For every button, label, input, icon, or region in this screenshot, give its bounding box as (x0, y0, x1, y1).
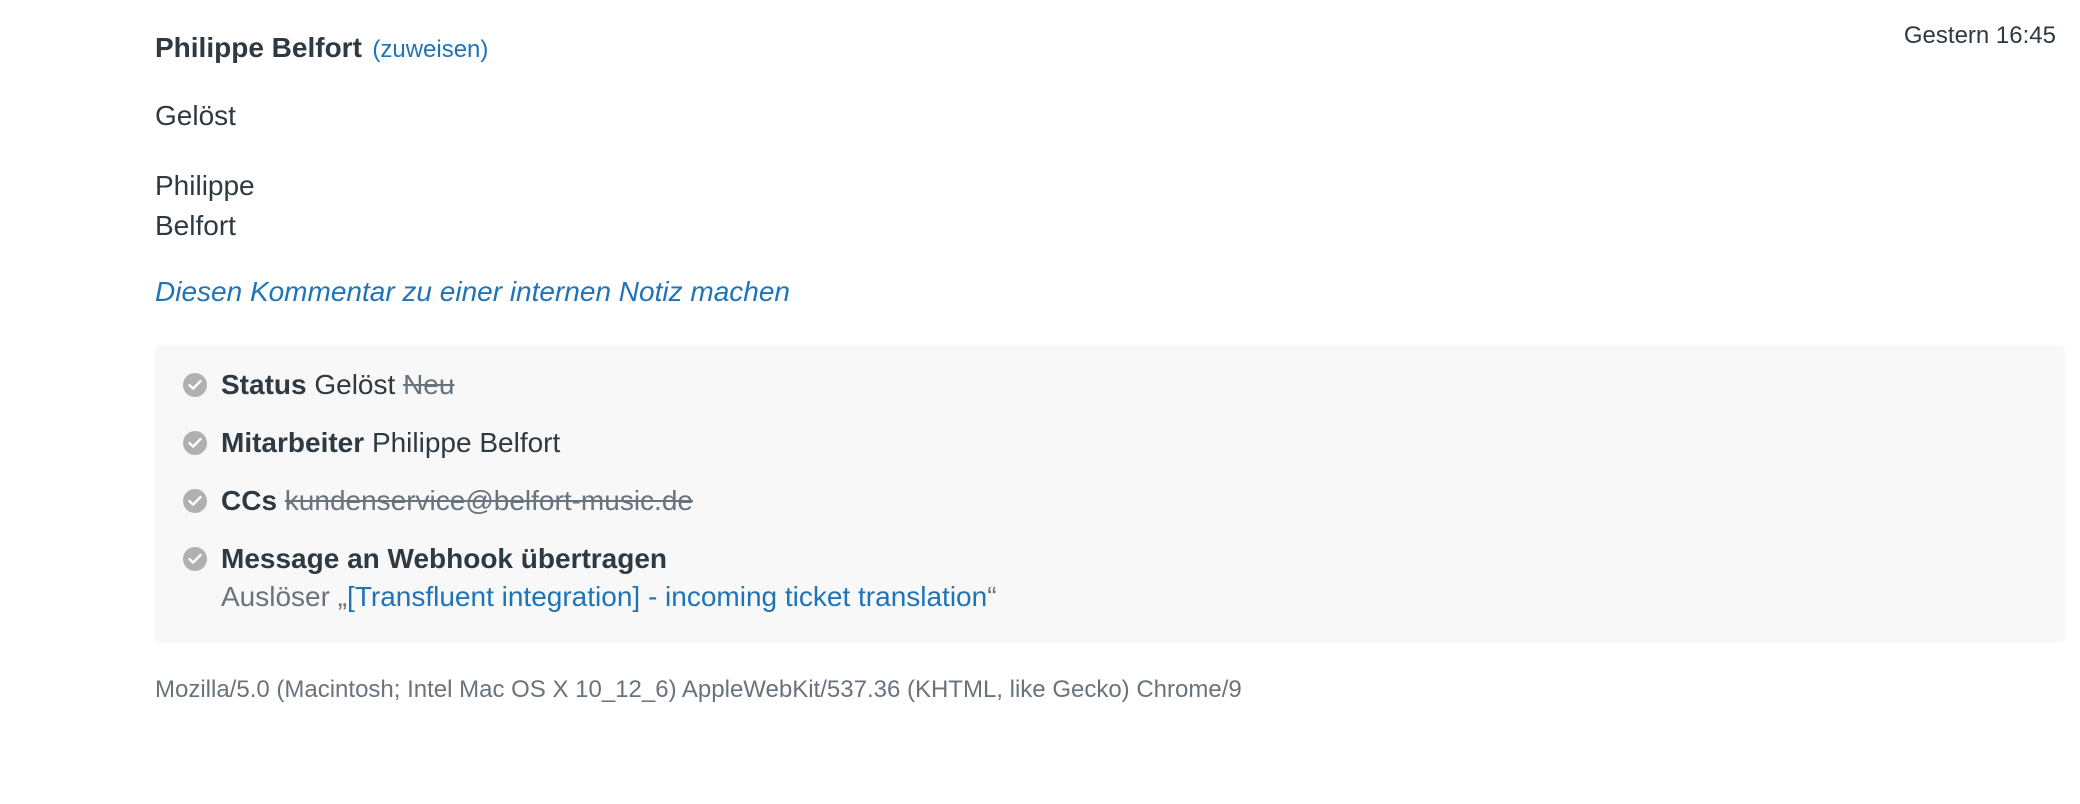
comment-event: Gestern 16:45 Philippe Belfort (zuweisen… (155, 0, 2065, 804)
trigger-suffix: “ (987, 581, 997, 612)
user-agent-text: Mozilla/5.0 (Macintosh; Intel Mac OS X 1… (155, 676, 1242, 703)
check-circle-icon (183, 431, 207, 455)
check-circle-icon (183, 373, 207, 397)
audit-label-status: Status (221, 369, 307, 400)
audit-label-ccs: CCs (221, 485, 278, 516)
audit-trail: Status Gelöst Neu Mitarbeiter Philippe B… (155, 345, 2065, 643)
comment-body-status: Gelöst (155, 100, 236, 131)
trigger-link[interactable]: [Transfluent integration] - incoming tic… (347, 581, 987, 612)
ccs-old-value: kundenservice@belfort-music.de (284, 485, 693, 516)
webhook-trigger-line: Auslöser „[Transfluent integration] - in… (221, 578, 997, 616)
audit-label-assignee: Mitarbeiter (221, 427, 365, 458)
make-internal-note-link[interactable]: Diesen Kommentar zu einer internen Notiz… (155, 276, 790, 308)
trigger-prefix: Auslöser „ (221, 581, 348, 612)
assignee-value: Philippe Belfort (371, 427, 561, 458)
signature-last-name: Belfort (155, 210, 236, 241)
status-new-value: Gelöst (314, 369, 396, 400)
signature-first-name: Philippe (155, 170, 255, 201)
comment-signature: Philippe Belfort (155, 166, 255, 246)
check-circle-icon (183, 489, 207, 513)
author-name[interactable]: Philippe Belfort (155, 32, 362, 63)
comment-timestamp: Gestern 16:45 (1903, 22, 2056, 49)
assign-link[interactable]: (zuweisen) (372, 36, 488, 63)
audit-label-webhook: Message an Webhook übertragen (221, 543, 668, 574)
status-old-value: Neu (403, 369, 455, 400)
comment-header: Philippe Belfort (zuweisen) (155, 32, 488, 64)
check-circle-icon (183, 547, 207, 571)
